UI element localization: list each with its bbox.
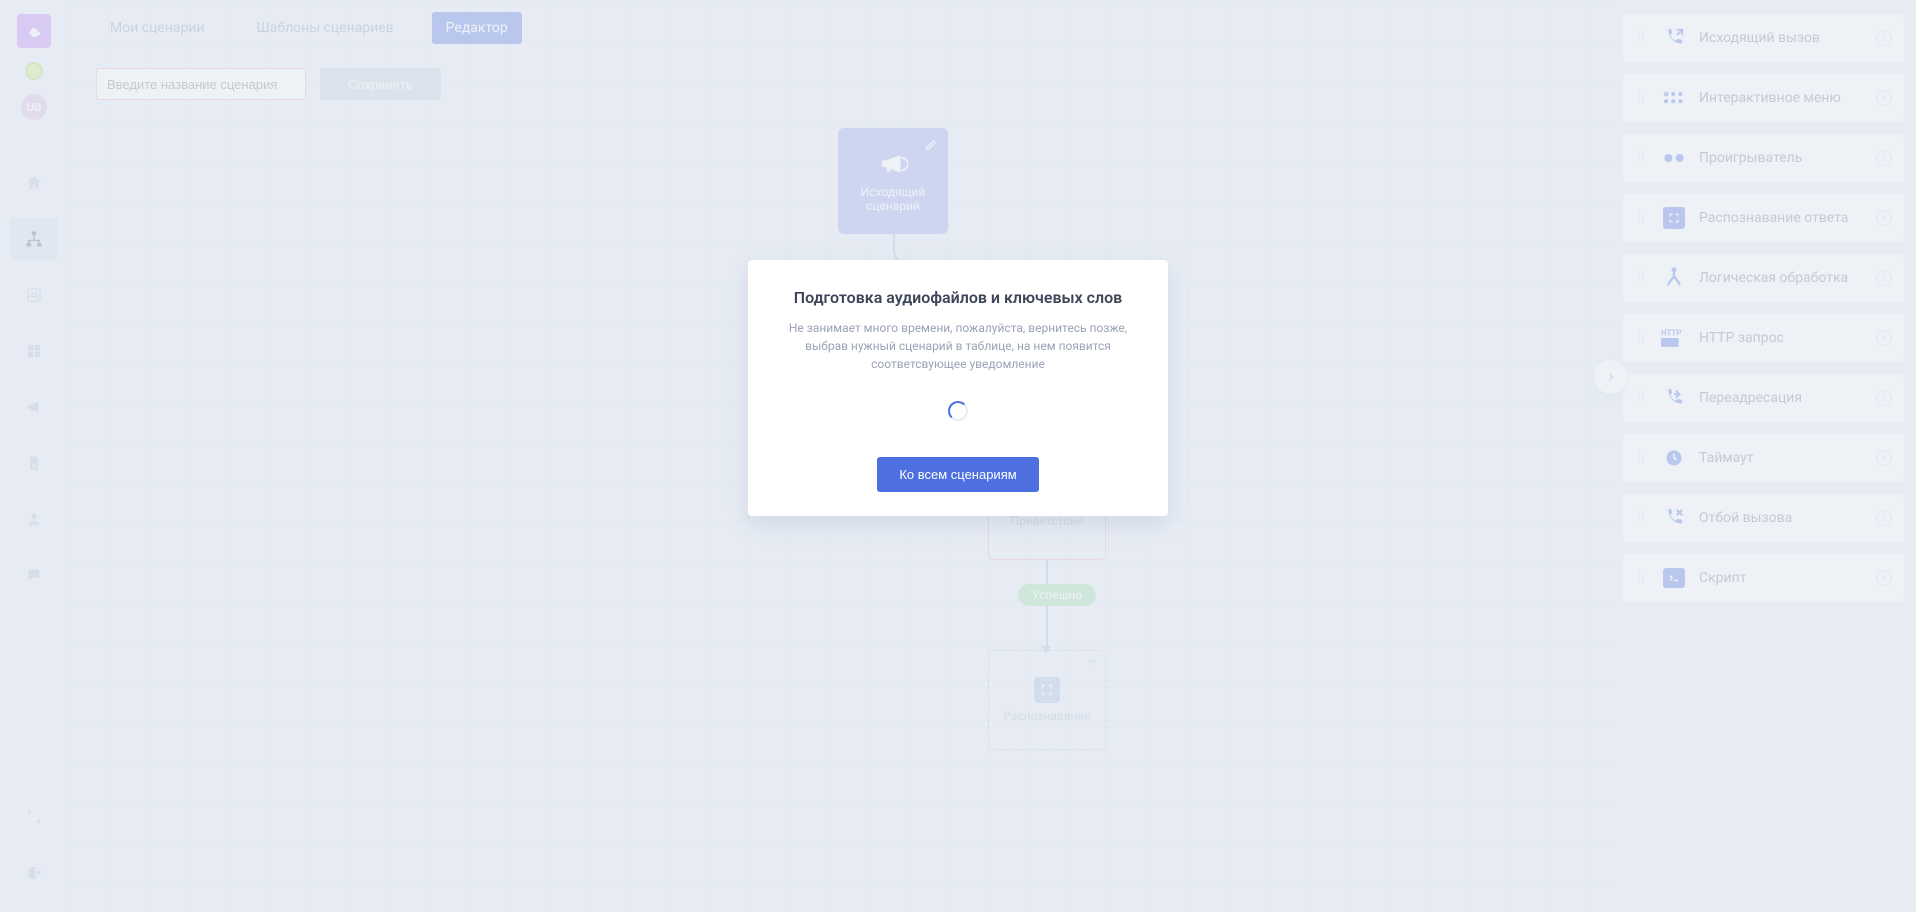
modal-overlay: Подготовка аудиофайлов и ключевых слов Н…	[0, 0, 1916, 912]
modal-body: Не занимает много времени, пожалуйста, в…	[776, 319, 1140, 373]
back-to-scenarios-button[interactable]: Ко всем сценариям	[877, 457, 1038, 492]
modal-title: Подготовка аудиофайлов и ключевых слов	[776, 288, 1140, 307]
preparing-modal: Подготовка аудиофайлов и ключевых слов Н…	[748, 260, 1168, 516]
spinner-icon	[948, 401, 968, 421]
